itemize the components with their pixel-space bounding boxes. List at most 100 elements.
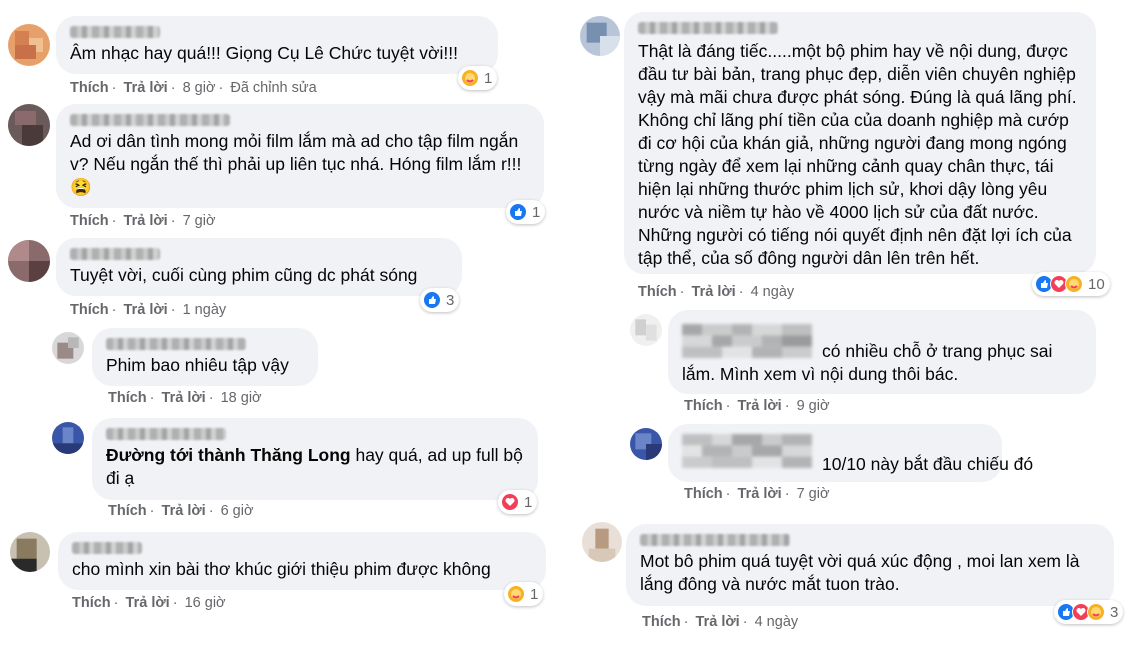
commenter-avatar[interactable] — [8, 104, 50, 146]
reply-text: 10/10 này bắt đầu chiếu đó — [822, 454, 1034, 474]
reaction-count: 1 — [484, 69, 493, 87]
author-name-blurred — [638, 22, 778, 34]
commenter-avatar[interactable] — [8, 240, 50, 282]
like-link[interactable]: Thích — [684, 398, 723, 414]
author-name-blurred — [682, 434, 812, 468]
commenter-avatar[interactable] — [580, 16, 620, 56]
reply-bubble: Phim bao nhiêu tập vậy — [92, 328, 318, 386]
reply-text: có nhiều chỗ ở trang phục sai lắm. Mình … — [682, 341, 1053, 384]
care-reaction-icon — [1087, 603, 1105, 621]
comment-text: Mot bô phim quá tuyệt vời quá xúc động ,… — [640, 551, 1080, 594]
comment-text: Tuyệt vời, cuối cùng phim cũng dc phát s… — [70, 265, 418, 285]
comment-text: Âm nhạc hay quá!!! Giọng Cụ Lê Chức tuyệ… — [70, 43, 458, 63]
comment-actions: Thích · Trả lời · 16 giờ — [72, 595, 226, 611]
reply-link[interactable]: Trả lời — [738, 398, 782, 414]
reaction-summary[interactable]: 10 — [1032, 272, 1110, 296]
timestamp[interactable]: 4 ngày — [751, 284, 795, 300]
comment-actions: Thích · Trả lời · 8 giờ · Đã chỉnh sửa — [70, 80, 317, 96]
like-link[interactable]: Thích — [70, 80, 109, 96]
like-reaction-icon — [509, 203, 527, 221]
reaction-count: 10 — [1088, 275, 1105, 293]
comment-actions: Thích · Trả lời · 7 giờ — [70, 213, 216, 229]
comment-bubble: cho mình xin bài thơ khúc giới thiệu phi… — [58, 532, 546, 590]
reply-bubble: có nhiều chỗ ở trang phục sai lắm. Mình … — [668, 310, 1096, 394]
reply-link[interactable]: Trả lời — [162, 390, 206, 406]
reply-link[interactable]: Trả lời — [124, 80, 168, 96]
reaction-summary[interactable]: 1 — [498, 490, 538, 514]
panel-divider — [570, 0, 580, 656]
reply-link[interactable]: Trả lời — [738, 486, 782, 502]
like-link[interactable]: Thích — [72, 595, 111, 611]
reply-link[interactable]: Trả lời — [124, 302, 168, 318]
author-name-blurred — [70, 114, 230, 126]
reply-link[interactable]: Trả lời — [162, 503, 206, 519]
comment-bubble: Thật là đáng tiếc.....một bộ phim hay về… — [624, 12, 1096, 274]
like-link[interactable]: Thích — [108, 390, 147, 406]
reply-link[interactable]: Trả lời — [124, 213, 168, 229]
like-link[interactable]: Thích — [642, 614, 681, 630]
timestamp[interactable]: 7 giờ — [797, 486, 830, 502]
care-reaction-icon — [1065, 275, 1083, 293]
like-link[interactable]: Thích — [638, 284, 677, 300]
reply-bubble: Đường tới thành Thăng Long hay quá, ad u… — [92, 418, 538, 500]
comment-actions: Thích · Trả lời · 1 ngày — [70, 302, 227, 318]
reply-text: Đường tới thành Thăng Long hay quá, ad u… — [106, 445, 523, 488]
reply-link[interactable]: Trả lời — [692, 284, 736, 300]
care-reaction-icon — [507, 585, 525, 603]
reply-avatar[interactable] — [52, 332, 84, 364]
author-name-blurred — [106, 338, 246, 350]
reaction-count: 1 — [530, 585, 539, 603]
comment-bubble: Ad ơi dân tình mong mỏi film lắm mà ad c… — [56, 104, 544, 208]
comment-column-right: Thật là đáng tiếc.....một bộ phim hay về… — [580, 0, 1146, 656]
film-title-mention[interactable]: Đường tới thành Thăng Long — [106, 445, 351, 465]
like-link[interactable]: Thích — [70, 213, 109, 229]
comment-bubble: Tuyệt vời, cuối cùng phim cũng dc phát s… — [56, 238, 462, 296]
reply-actions: Thích · Trả lời · 18 giờ — [108, 390, 262, 406]
comment-text: Thật là đáng tiếc.....một bộ phim hay về… — [638, 41, 1077, 268]
author-name-blurred — [70, 248, 160, 260]
reply-actions: Thích · Trả lời · 9 giờ — [684, 398, 830, 414]
reply-bubble: 10/10 này bắt đầu chiếu đó — [668, 424, 1033, 482]
comment-actions: Thích · Trả lời · 4 ngày — [642, 614, 799, 630]
edited-label: Đã chỉnh sửa — [230, 80, 317, 96]
commenter-avatar[interactable] — [582, 522, 622, 562]
reply-avatar[interactable] — [630, 428, 662, 460]
timestamp[interactable]: 16 giờ — [185, 595, 226, 611]
reaction-summary[interactable]: 1 — [458, 66, 498, 90]
timestamp[interactable]: 6 giờ — [221, 503, 254, 519]
reaction-count: 3 — [1110, 603, 1119, 621]
reply-link[interactable]: Trả lời — [696, 614, 740, 630]
like-link[interactable]: Thích — [70, 302, 109, 318]
author-name-blurred — [106, 428, 226, 440]
comment-text: Ad ơi dân tình mong mỏi film lắm mà ad c… — [70, 131, 522, 197]
reply-avatar[interactable] — [630, 314, 662, 346]
commenter-avatar[interactable] — [8, 24, 50, 66]
reaction-count: 3 — [446, 291, 455, 309]
author-name-blurred — [640, 534, 790, 546]
comment-actions: Thích · Trả lời · 4 ngày — [638, 284, 795, 300]
author-name-blurred — [70, 26, 160, 38]
comment-bubble: Âm nhạc hay quá!!! Giọng Cụ Lê Chức tuyệ… — [56, 16, 498, 74]
reaction-summary[interactable]: 1 — [506, 200, 546, 224]
timestamp[interactable]: 4 ngày — [755, 614, 799, 630]
reply-link[interactable]: Trả lời — [126, 595, 170, 611]
reaction-count: 1 — [524, 493, 533, 511]
reaction-summary[interactable]: 3 — [420, 288, 460, 312]
timestamp[interactable]: 1 ngày — [183, 302, 227, 318]
timestamp[interactable]: 8 giờ — [183, 80, 216, 96]
like-link[interactable]: Thích — [108, 503, 147, 519]
reaction-summary[interactable]: 1 — [504, 582, 544, 606]
like-reaction-icon — [423, 291, 441, 309]
reaction-summary[interactable]: 3 — [1054, 600, 1124, 624]
reply-text: Phim bao nhiêu tập vậy — [106, 355, 289, 375]
comment-bubble: Mot bô phim quá tuyệt vời quá xúc động ,… — [626, 524, 1114, 606]
love-reaction-icon — [501, 493, 519, 511]
timestamp[interactable]: 7 giờ — [183, 213, 216, 229]
timestamp[interactable]: 18 giờ — [221, 390, 262, 406]
timestamp[interactable]: 9 giờ — [797, 398, 830, 414]
like-link[interactable]: Thích — [684, 486, 723, 502]
commenter-avatar[interactable] — [10, 532, 50, 572]
reply-avatar[interactable] — [52, 422, 84, 454]
reply-actions: Thích · Trả lời · 6 giờ — [108, 503, 254, 519]
reaction-count: 1 — [532, 203, 541, 221]
